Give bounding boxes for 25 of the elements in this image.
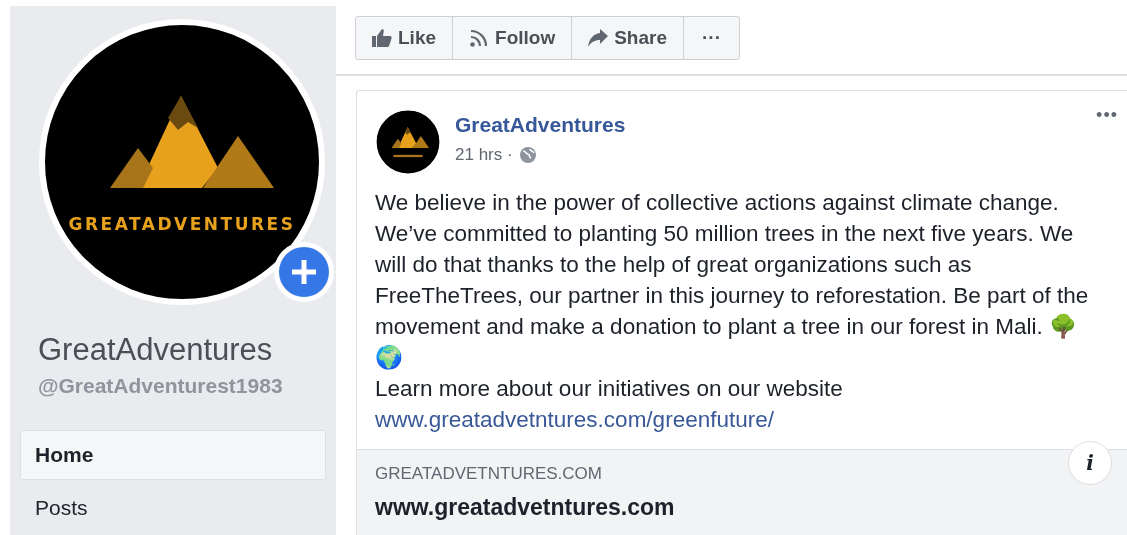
more-button[interactable]: ··· bbox=[683, 16, 740, 60]
post-options-button[interactable]: ••• bbox=[1096, 105, 1118, 126]
post-text: We believe in the power of collective actions against climate change. We’ve committed to planting 50 million trees in the next five years. We will do that thanks to the help of great organizations such as FreeTheTrees, our partner in this journey to reforestation. Be part of the movement and make a donation to plant a tree in our forest in Mali. 🌳 bbox=[375, 190, 1089, 339]
globe-emoji: 🌍 bbox=[375, 344, 404, 372]
follow-button[interactable]: Follow bbox=[452, 16, 573, 60]
thumbs-up-icon bbox=[372, 29, 392, 47]
plus-icon bbox=[289, 257, 319, 287]
globe-icon bbox=[518, 146, 537, 164]
nav-item[interactable]: Posts bbox=[20, 483, 326, 533]
post-time: 21 hrs · bbox=[455, 145, 513, 165]
like-button[interactable]: Like bbox=[355, 16, 454, 60]
link-title[interactable]: www.greatadvetntures.com bbox=[375, 494, 1110, 521]
nav-item[interactable]: Home bbox=[20, 430, 326, 480]
page-name: GreatAdventures bbox=[38, 332, 274, 368]
post-author[interactable]: GreatAdventures bbox=[455, 113, 626, 137]
share-button[interactable]: Share bbox=[571, 16, 684, 60]
page-handle: @GreatAdventurest1983 bbox=[38, 374, 284, 398]
share-arrow-icon bbox=[588, 29, 609, 47]
link-domain: GREATADVETNTURES.COM bbox=[375, 464, 603, 484]
profile-logo: GREATADVENTURES bbox=[38, 18, 326, 306]
rss-icon bbox=[469, 28, 490, 48]
post-avatar bbox=[375, 109, 441, 175]
learn-more-text: Learn more about our initiatives on our website bbox=[375, 375, 844, 403]
info-button[interactable]: i bbox=[1068, 441, 1112, 485]
website-link[interactable]: www.greatadvetntures.com/greenfuture/ bbox=[375, 407, 774, 432]
